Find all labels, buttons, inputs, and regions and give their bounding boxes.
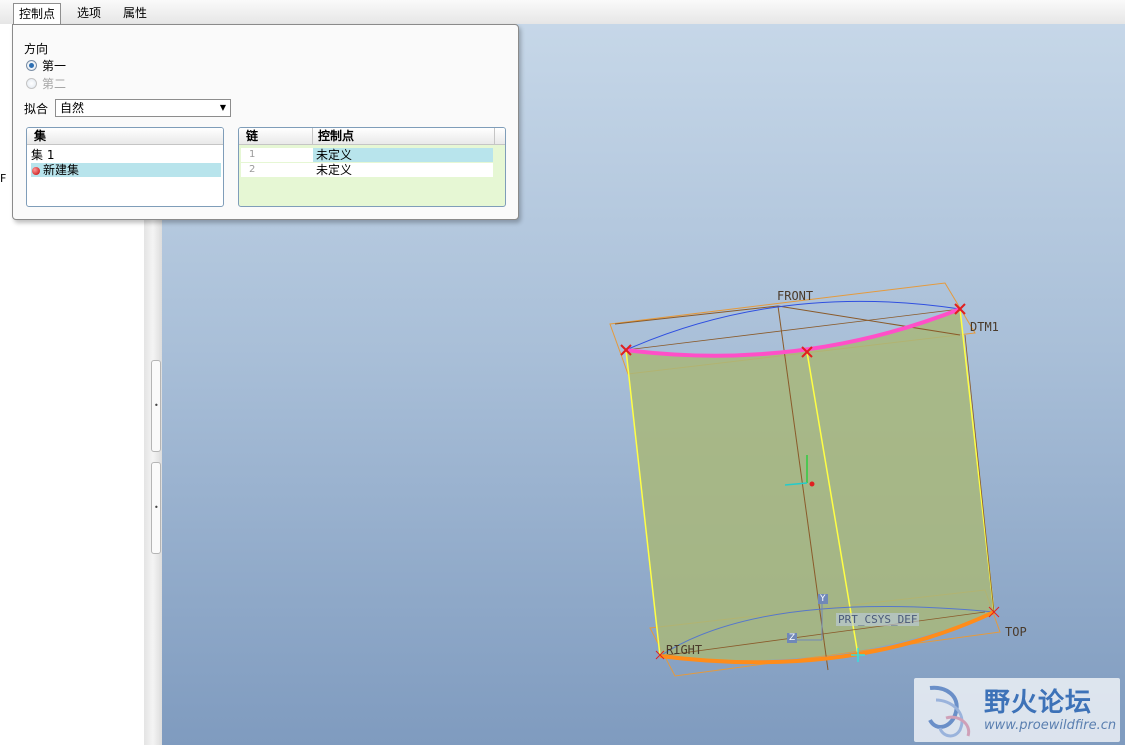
datum-label-top[interactable]: TOP (1005, 625, 1027, 639)
forum-logo-icon (928, 685, 971, 738)
chain-index: 2 (249, 164, 256, 175)
tab-properties[interactable]: 属性 (118, 3, 152, 23)
forum-title: 野火论坛 (984, 688, 1093, 718)
chains-header-control-point: 控制点 (313, 128, 495, 145)
csys-label[interactable]: PRT_CSYS_DEF (836, 613, 920, 626)
sash-handle-lower[interactable]: • (151, 462, 161, 554)
table-row[interactable]: 1 未定义 (241, 148, 493, 162)
fit-label: 拟合 (24, 102, 49, 116)
chain-control-point[interactable]: 未定义 (313, 163, 493, 177)
sets-list-header: 集 (27, 128, 223, 145)
datum-edge-2 (614, 305, 779, 325)
direction-label: 方向 (24, 42, 49, 56)
chains-header-chain: 链 (239, 128, 313, 145)
csys-axis-label-y: Y (818, 594, 828, 604)
control-points-panel: 方向 第一 第二 拟合 自然 ▼ 集 集 1 新建集 链 控制点 1 未定义 2… (12, 24, 519, 220)
new-set-label: 新建集 (43, 163, 80, 177)
direction-first-label[interactable]: 第一 (42, 57, 66, 74)
chains-table[interactable]: 链 控制点 1 未定义 2 未定义 (238, 127, 506, 207)
new-set-item[interactable]: 新建集 (31, 163, 221, 177)
chain-control-point[interactable]: 未定义 (313, 148, 493, 162)
model-tree-truncated-text: F (0, 172, 7, 185)
direction-second-radio (26, 78, 37, 89)
table-row[interactable]: 2 未定义 (241, 163, 493, 177)
tab-options[interactable]: 选项 (72, 3, 106, 23)
forum-url: www.proewildfire.cn (984, 718, 1117, 733)
sets-list[interactable]: 集 集 1 新建集 (26, 127, 224, 207)
chain-index: 1 (249, 149, 256, 160)
chains-header-filler (495, 128, 505, 145)
set-item[interactable]: 集 1 (31, 148, 221, 162)
csys-axis-label-z: Z (787, 633, 798, 643)
forum-watermark: 野火论坛 www.proewildfire.cn (914, 678, 1120, 742)
datum-label-dtm1[interactable]: DTM1 (970, 320, 999, 334)
sash-handle-upper[interactable]: • (151, 360, 161, 452)
dashboard-tab-strip: 控制点 选项 属性 (0, 0, 1125, 25)
new-set-bullet-icon (32, 167, 40, 175)
fit-type-value: 自然 (60, 101, 85, 115)
triad-origin (809, 481, 815, 487)
chevron-down-icon: ▼ (219, 103, 226, 112)
set-item-label: 集 1 (31, 148, 55, 162)
direction-first-radio[interactable] (26, 60, 37, 71)
tab-control-points[interactable]: 控制点 (13, 3, 62, 25)
fit-type-dropdown[interactable]: 自然 ▼ (55, 99, 231, 117)
datum-label-front[interactable]: FRONT (777, 289, 813, 303)
direction-second-label: 第二 (42, 77, 67, 91)
datum-label-right[interactable]: RIGHT (666, 643, 702, 657)
